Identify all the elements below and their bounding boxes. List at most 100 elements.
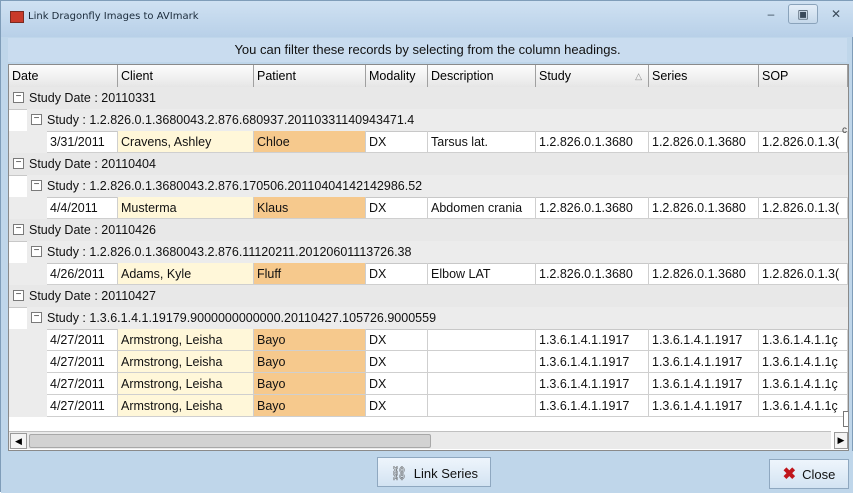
group-row-study: − Study : 1.2.826.0.1.3680043.2.876.11120… (27, 241, 848, 264)
study-date-label: Study Date : 20110331 (29, 91, 156, 105)
table-row[interactable]: 3/31/2011 Cravens, Ashley Chloe DX Tarsus la… (9, 131, 848, 153)
column-header-sop[interactable]: SOP (759, 65, 848, 87)
group-row-study-date: − Study Date : 20110426 (9, 219, 848, 242)
cell-modality: DX (366, 329, 428, 351)
column-header-description[interactable]: Description (428, 65, 536, 87)
row-indent (9, 131, 47, 153)
column-header-modality[interactable]: Modality (366, 65, 428, 87)
collapse-toggle-icon[interactable]: − (13, 92, 24, 103)
cell-client: Armstrong, Leisha (118, 395, 254, 417)
table-row[interactable]: 4/27/2011 Armstrong, Leisha Bayo DX 1.3.6.1.… (9, 395, 848, 417)
close-button[interactable]: ✖ Close (769, 459, 849, 489)
study-date-label: Study Date : 20110426 (29, 223, 156, 237)
cell-description (428, 351, 536, 373)
collapse-toggle-icon[interactable]: − (13, 224, 24, 235)
filter-hint-banner: You can filter these records by selectin… (8, 38, 847, 62)
column-header-row: Date Client Patient Modality Description Stud… (9, 65, 848, 88)
cell-series: 1.3.6.1.4.1.1917 (649, 351, 759, 373)
cell-study: 1.3.6.1.4.1.1917 (536, 395, 649, 417)
group-row-study-date: − Study Date : 20110404 (9, 153, 848, 176)
cell-date: 3/31/2011 (47, 131, 118, 153)
cell-date: 4/27/2011 (47, 329, 118, 351)
column-header-date[interactable]: Date (9, 65, 118, 87)
cell-description (428, 395, 536, 417)
records-grid: Date Client Patient Modality Description Stud… (8, 64, 849, 451)
cell-modality: DX (366, 197, 428, 219)
study-date-label: Study Date : 20110404 (29, 157, 156, 171)
cell-series: 1.3.6.1.4.1.1917 (649, 329, 759, 351)
window-close-button[interactable]: ✕ (823, 3, 849, 25)
link-series-label: Link Series (413, 466, 479, 481)
maximize-button[interactable]: ▣ (788, 4, 818, 24)
cell-modality: DX (366, 351, 428, 373)
group-row-study: − Study : 1.3.6.1.4.1.19179.9000000000000… (27, 307, 848, 330)
cell-modality: DX (366, 395, 428, 417)
cell-series: 1.3.6.1.4.1.1917 (649, 395, 759, 417)
cell-patient: Fluff (254, 263, 366, 285)
row-indent (9, 329, 47, 351)
table-row[interactable]: 4/27/2011 Armstrong, Leisha Bayo DX 1.3.6.1.… (9, 373, 848, 395)
link-icon: ⛓ (389, 465, 408, 481)
column-header-series[interactable]: Series (649, 65, 759, 87)
close-x-icon: ✖ (782, 466, 797, 483)
column-header-study[interactable]: Study △ (536, 65, 649, 87)
minimize-button[interactable]: – (757, 3, 785, 25)
scroll-right-arrow-icon[interactable]: ▶ (834, 432, 848, 449)
cell-date: 4/27/2011 (47, 373, 118, 395)
collapse-toggle-icon[interactable]: − (13, 158, 24, 169)
cell-client: Musterma (118, 197, 254, 219)
group-row-study: − Study : 1.2.826.0.1.3680043.2.876.17050… (27, 175, 848, 198)
cell-date: 4/27/2011 (47, 395, 118, 417)
column-header-client[interactable]: Client (118, 65, 254, 87)
table-row[interactable]: 4/26/2011 Adams, Kyle Fluff DX Elbow LAT 1.2.… (9, 263, 848, 285)
table-row[interactable]: 4/27/2011 Armstrong, Leisha Bayo DX 1.3.6.1.… (9, 351, 848, 373)
group-row-study: − Study : 1.2.826.0.1.3680043.2.876.68093… (27, 109, 848, 132)
cell-series: 1.2.826.0.1.3680 (649, 131, 759, 153)
cell-sop: 1.3.6.1.4.1.1ç (759, 373, 848, 395)
row-indent (9, 373, 47, 395)
collapse-toggle-icon[interactable]: − (31, 312, 42, 323)
cell-study: 1.3.6.1.4.1.1917 (536, 373, 649, 395)
horizontal-scroll-thumb[interactable] (29, 434, 431, 448)
collapse-toggle-icon[interactable]: − (31, 180, 42, 191)
cell-series: 1.2.826.0.1.3680 (649, 197, 759, 219)
scroll-left-arrow-icon[interactable]: ◀ (10, 433, 27, 449)
footer-bar: ⛓ Link Series ✖ Close (1, 451, 853, 493)
row-indent (9, 197, 47, 219)
table-row[interactable]: 4/27/2011 Armstrong, Leisha Bayo DX 1.3.6.1.… (9, 329, 848, 351)
cell-study: 1.2.826.0.1.3680 (536, 131, 649, 153)
cell-description (428, 373, 536, 395)
table-row[interactable]: 4/4/2011 Musterma Klaus DX Abdomen crania 1.2… (9, 197, 848, 219)
study-uid-label: Study : 1.2.826.0.1.3680043.2.876.170506… (47, 179, 423, 193)
collapse-toggle-icon[interactable]: − (31, 246, 42, 257)
cell-client: Armstrong, Leisha (118, 351, 254, 373)
vertical-scrollbar-thumb[interactable] (843, 411, 848, 427)
title-bar[interactable]: Link Dragonfly Images to AVImark – ▣ ✕ (1, 1, 853, 37)
sort-ascending-icon: △ (635, 71, 642, 81)
link-series-button[interactable]: ⛓ Link Series (377, 457, 491, 487)
row-indent (9, 395, 47, 417)
cell-sop: 1.3.6.1.4.1.1ç (759, 329, 848, 351)
cell-study: 1.2.826.0.1.3680 (536, 197, 649, 219)
column-header-patient[interactable]: Patient (254, 65, 366, 87)
group-row-study-date: − Study Date : 20110427 (9, 285, 848, 308)
cell-modality: DX (366, 373, 428, 395)
cell-modality: DX (366, 263, 428, 285)
collapse-toggle-icon[interactable]: − (31, 114, 42, 125)
cell-study: 1.3.6.1.4.1.1917 (536, 329, 649, 351)
cell-patient: Bayo (254, 373, 366, 395)
dialog-window: Link Dragonfly Images to AVImark – ▣ ✕ Y… (0, 0, 853, 493)
cell-client: Adams, Kyle (118, 263, 254, 285)
cell-description (428, 329, 536, 351)
cell-study: 1.2.826.0.1.3680 (536, 263, 649, 285)
close-label: Close (802, 467, 836, 482)
study-uid-label: Study : 1.3.6.1.4.1.19179.9000000000000.… (47, 311, 437, 325)
cell-date: 4/26/2011 (47, 263, 118, 285)
collapse-toggle-icon[interactable]: − (13, 290, 24, 301)
horizontal-scrollbar[interactable]: ◀ (9, 431, 831, 449)
window-title: Link Dragonfly Images to AVImark (28, 11, 199, 22)
cell-patient: Bayo (254, 351, 366, 373)
cell-patient: Klaus (254, 197, 366, 219)
cell-study: 1.3.6.1.4.1.1917 (536, 351, 649, 373)
study-date-label: Study Date : 20110427 (29, 289, 156, 303)
